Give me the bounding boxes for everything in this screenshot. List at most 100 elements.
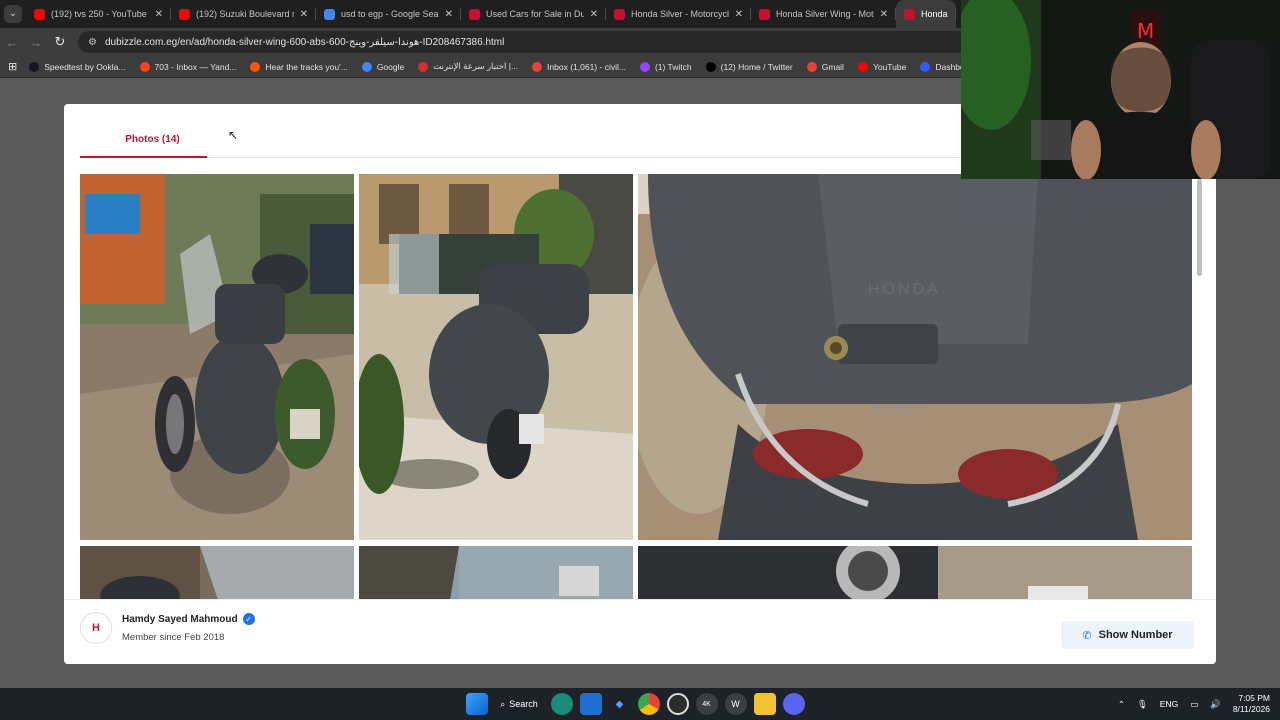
tab-favicon-icon — [759, 8, 770, 20]
browser-tab[interactable]: usd to egp - Google Search ✕ — [316, 0, 461, 28]
browser-tab[interactable]: (192) Suzuki Boulevard m109 ✕ — [171, 0, 316, 28]
tab-label: Honda Silver - Motorcycles — [631, 9, 729, 19]
bookmark-item[interactable]: Google — [361, 61, 404, 72]
microphone-icon[interactable]: 🎙 — [1137, 699, 1148, 710]
chrome-icon[interactable] — [637, 693, 660, 715]
outlook-icon[interactable] — [579, 693, 602, 715]
tab-search-menu[interactable]: ⌄ — [0, 0, 26, 28]
photo-3[interactable]: HONDA HONDA — [638, 174, 1192, 540]
site-info-icon[interactable]: ⚙ — [88, 37, 97, 48]
windows-start-icon[interactable] — [465, 693, 488, 715]
webcam-overlay: M — [961, 0, 1280, 179]
bookmark-label: اختبار سرعة الإنترنت |... — [433, 61, 519, 71]
chevron-down-icon: ⌄ — [4, 5, 22, 23]
tab-label: Honda Silv — [921, 9, 948, 19]
language-indicator[interactable]: ENG — [1160, 699, 1178, 709]
bookmark-favicon-icon — [920, 61, 931, 72]
bookmark-label: Gmail — [821, 61, 844, 72]
bookmark-item[interactable]: (12) Home / Twitter — [705, 61, 793, 72]
seller-bar: H Hamdy Sayed Mahmoud ✓ Member since Feb… — [64, 599, 1216, 664]
system-tray: ⌃ 🎙 ENG ▭ 🔊 7:05 PM 8/11/2026 — [1106, 688, 1270, 720]
seller-name-row: Hamdy Sayed Mahmoud ✓ — [122, 613, 255, 625]
chevron-up-icon[interactable]: ⌃ — [1118, 699, 1125, 710]
bookmark-item[interactable]: 703 - Inbox — Yand... — [139, 61, 237, 72]
avatar: H — [80, 612, 112, 644]
close-tab-icon[interactable]: ✕ — [300, 9, 308, 20]
edge-icon[interactable] — [550, 693, 573, 715]
bookmark-favicon-icon — [29, 61, 40, 72]
close-tab-icon[interactable]: ✕ — [590, 9, 598, 20]
bookmark-label: 703 - Inbox — Yand... — [154, 61, 237, 72]
phone-icon: ✆ — [1082, 629, 1092, 642]
mouse-cursor-icon: ↖ — [228, 128, 239, 142]
discord-icon[interactable] — [782, 693, 805, 715]
photo-6[interactable] — [638, 546, 1192, 599]
browser-tab[interactable]: Honda Silv — [896, 0, 956, 28]
url-text: dubizzle.com.eg/en/ad/honda-silver-wing-… — [104, 36, 505, 48]
bookmark-item[interactable]: YouTube — [857, 61, 907, 72]
bookmark-favicon-icon — [361, 61, 372, 72]
bookmark-label: YouTube — [872, 61, 907, 72]
clock[interactable]: 7:05 PM 8/11/2026 — [1233, 693, 1270, 715]
forward-icon[interactable]: → — [24, 35, 48, 50]
bookmark-favicon-icon — [532, 61, 543, 72]
windows-taskbar: ⌕ Search ◆ 4K W ⌃ 🎙 ENG ▭ 🔊 7:05 PM 8/11/… — [0, 688, 1280, 720]
gallery-scrollbar[interactable] — [1197, 179, 1202, 599]
photo-2[interactable] — [359, 174, 633, 540]
bookmark-item[interactable]: اختبار سرعة الإنترنت |... — [418, 61, 518, 72]
svg-text:HONDA: HONDA — [873, 403, 926, 417]
bookmark-favicon-icon — [806, 61, 817, 72]
scrollbar-thumb[interactable] — [1197, 179, 1202, 276]
browser-tab[interactable]: Honda Silver - Motorcycles ✕ — [606, 0, 751, 28]
show-number-button[interactable]: ✆ Show Number — [1061, 621, 1194, 649]
browser-tab[interactable]: (192) tvs 250 - YouTube ✕ — [26, 0, 171, 28]
tab-favicon-icon — [469, 8, 480, 20]
obs-icon[interactable] — [666, 693, 689, 715]
bookmark-label: (12) Home / Twitter — [720, 61, 793, 72]
word-icon[interactable]: W — [724, 693, 747, 715]
url-field[interactable]: ⚙ dubizzle.com.eg/en/ad/honda-silver-win… — [78, 31, 978, 53]
photo-1[interactable] — [80, 174, 354, 540]
taskbar-search-button[interactable]: ⌕ Search — [494, 693, 544, 715]
reload-icon[interactable]: ↻ — [48, 34, 72, 50]
bookmark-item[interactable]: Gmail — [806, 61, 844, 72]
photo-4[interactable] — [80, 546, 354, 599]
search-icon: ⌕ — [500, 698, 506, 709]
close-tab-icon[interactable]: ✕ — [880, 9, 888, 20]
file-explorer-icon[interactable] — [753, 693, 776, 715]
taskbar-search-label: Search — [509, 699, 538, 709]
bookmark-item[interactable]: Hear the tracks you'... — [250, 61, 348, 72]
volume-icon[interactable]: 🔊 — [1210, 699, 1221, 710]
tab-favicon-icon — [34, 8, 45, 20]
tab-label: (192) tvs 250 - YouTube — [51, 9, 147, 19]
bookmark-label: (1) Twitch — [654, 61, 692, 72]
photo-5[interactable] — [359, 546, 633, 599]
taskbar-apps: ⌕ Search ◆ 4K W — [462, 688, 808, 720]
tab-photos-label: Photos (14) — [125, 133, 180, 145]
tab-label: (192) Suzuki Boulevard m109 — [196, 9, 294, 19]
network-icon[interactable]: ▭ — [1190, 699, 1198, 710]
browser-tab[interactable]: Used Cars for Sale in Dubai ✕ — [461, 0, 606, 28]
tab-photos[interactable]: Photos (14) — [80, 122, 1081, 158]
bookmark-favicon-icon — [250, 61, 261, 72]
tab-label: Used Cars for Sale in Dubai — [486, 9, 584, 19]
vscode-icon[interactable]: ◆ — [609, 693, 631, 715]
svg-text:M: M — [1137, 19, 1154, 43]
bookmark-favicon-icon — [639, 61, 650, 72]
back-icon[interactable]: ← — [0, 35, 24, 50]
apps-grid-icon[interactable]: ⊞ — [8, 60, 17, 73]
verified-badge-icon: ✓ — [242, 613, 255, 625]
tab-label: Honda Silver Wing - Motorcycl — [776, 9, 874, 19]
close-tab-icon[interactable]: ✕ — [735, 9, 743, 20]
bookmark-item[interactable]: Inbox (1,061) - civil... — [532, 61, 626, 72]
bookmark-item[interactable]: Speedtest by Ookla... — [29, 61, 126, 72]
browser-tab[interactable]: Honda Silver Wing - Motorcycl ✕ — [751, 0, 896, 28]
4k-downloader-icon[interactable]: 4K — [695, 693, 718, 715]
close-tab-icon[interactable]: ✕ — [155, 9, 163, 20]
clock-time: 7:05 PM — [1238, 693, 1270, 703]
bookmark-favicon-icon — [705, 61, 716, 72]
bookmark-item[interactable]: (1) Twitch — [639, 61, 692, 72]
tab-favicon-icon — [324, 8, 335, 20]
close-tab-icon[interactable]: ✕ — [445, 9, 453, 20]
tab-favicon-icon — [179, 8, 190, 20]
